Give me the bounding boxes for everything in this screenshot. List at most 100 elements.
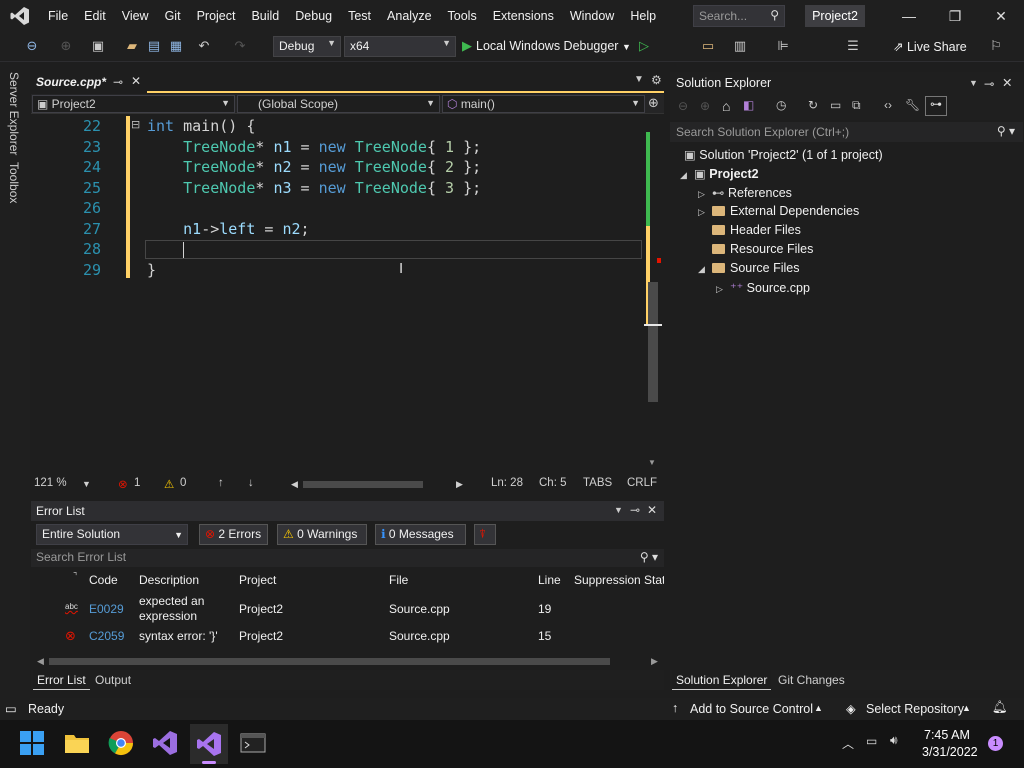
error-code[interactable]: C2059 xyxy=(89,629,124,643)
warnings-filter-button[interactable]: ⚠ 0 Warnings xyxy=(277,524,367,545)
tab-error-list[interactable]: Error List xyxy=(33,670,90,690)
menu-git[interactable]: Git xyxy=(157,0,189,32)
collapsed-icon[interactable]: ▷ xyxy=(716,284,730,295)
menu-file[interactable]: File xyxy=(40,0,76,32)
tree-source-cpp[interactable]: ▷ ⁺⁺ Source.cpp xyxy=(716,280,810,295)
chrome-icon[interactable] xyxy=(108,730,136,758)
solution-search-input[interactable]: Search Solution Explorer (Ctrl+;) ⚲ ▾ xyxy=(670,122,1023,142)
member-dropdown[interactable]: ⬡ main() ▼ xyxy=(442,95,645,113)
live-share-button[interactable]: ⇗ Live Share xyxy=(893,39,967,54)
visual-studio-active-icon[interactable] xyxy=(190,724,228,764)
error-count[interactable]: 1 xyxy=(134,477,140,489)
editor-vertical-scrollbar[interactable]: ▼ xyxy=(644,114,662,474)
new-project-icon[interactable]: ▣ xyxy=(90,38,106,54)
tree-project[interactable]: ◢ ▣ Project2 xyxy=(680,166,759,181)
scroll-down-icon[interactable]: ▼ xyxy=(648,458,656,467)
tree-references[interactable]: ▷ ⊷ References xyxy=(698,185,792,200)
forward-icon[interactable]: ⊕ xyxy=(58,38,74,54)
scroll-left-icon[interactable]: ◀ xyxy=(37,656,44,667)
column-project[interactable]: Project xyxy=(239,573,276,587)
close-tab-icon[interactable]: ✕ xyxy=(131,74,141,88)
vs-solution-icon[interactable]: ◧ xyxy=(743,98,754,112)
tab-source-cpp[interactable]: Source.cpp* ⊸ ✕ xyxy=(31,72,147,93)
expanded-icon[interactable]: ◢ xyxy=(680,170,694,181)
visual-studio-logo-icon[interactable] xyxy=(0,0,40,32)
menu-window[interactable]: Window xyxy=(562,0,622,32)
layout-icon[interactable]: ▥ xyxy=(732,38,748,54)
column-line[interactable]: Line xyxy=(538,573,561,587)
menu-extensions[interactable]: Extensions xyxy=(485,0,562,32)
scroll-left-icon[interactable]: ◀ xyxy=(291,479,298,490)
line-indicator[interactable]: Ln: 28 xyxy=(491,477,523,489)
menu-analyze[interactable]: Analyze xyxy=(379,0,439,32)
next-issue-icon[interactable]: ↓ xyxy=(248,477,254,489)
scroll-thumb[interactable] xyxy=(648,282,658,402)
code-text-area[interactable]: 22 int main() {23 TreeNode* n1 = new Tree… xyxy=(31,114,643,474)
show-all-files-icon[interactable]: ⧉ xyxy=(852,98,861,113)
start-without-debugging-icon[interactable]: ▷ xyxy=(636,38,652,54)
file-explorer-icon[interactable] xyxy=(64,730,92,758)
terminal-icon[interactable] xyxy=(240,730,268,758)
volume-icon[interactable]: 🔊︎ xyxy=(890,733,898,748)
show-hidden-icons-icon[interactable]: ︿ xyxy=(842,735,854,752)
close-icon[interactable]: ✕ xyxy=(978,0,1024,32)
menu-edit[interactable]: Edit xyxy=(76,0,114,32)
menu-debug[interactable]: Debug xyxy=(287,0,340,32)
column-indicator[interactable]: Ch: 5 xyxy=(539,477,567,489)
code-view-icon[interactable]: ‹› xyxy=(884,98,892,112)
windows-start-icon[interactable] xyxy=(19,730,47,758)
folder-icon[interactable]: ▭ xyxy=(700,38,716,54)
save-icon[interactable]: ▤ xyxy=(146,38,162,54)
previous-issue-icon[interactable]: ↑ xyxy=(218,477,224,489)
align-icon[interactable]: ⊫ xyxy=(775,38,791,54)
zoom-level[interactable]: 121 % xyxy=(34,477,67,489)
collapsed-icon[interactable]: ▷ xyxy=(698,207,712,218)
chevron-down-icon[interactable]: ▼ xyxy=(969,78,978,88)
column-code[interactable]: Code xyxy=(89,573,118,587)
pending-changes-icon[interactable]: ◷ xyxy=(776,98,786,112)
indent-mode[interactable]: TABS xyxy=(583,477,612,489)
code-line[interactable]: 23 TreeNode* n1 = new TreeNode{ 1 }; xyxy=(31,137,643,157)
line-ending[interactable]: CRLF xyxy=(627,477,657,489)
tree-resource-files[interactable]: Resource Files xyxy=(712,242,813,256)
tree-header-files[interactable]: Header Files xyxy=(712,223,801,237)
close-icon[interactable]: ✕ xyxy=(647,503,657,517)
tree-external-dependencies[interactable]: ▷ External Dependencies xyxy=(698,204,859,218)
menu-test[interactable]: Test xyxy=(340,0,379,32)
server-explorer-tab[interactable]: Server Explorer xyxy=(7,72,21,155)
search-input[interactable]: Search... ⚲ xyxy=(693,5,785,27)
code-line[interactable]: 29} xyxy=(31,260,643,280)
tab-list-dropdown-icon[interactable]: ▼ xyxy=(634,74,644,85)
forward-icon[interactable]: ⊕ xyxy=(700,99,710,113)
vs-code-icon[interactable] xyxy=(152,730,180,758)
tab-git-changes[interactable]: Git Changes xyxy=(774,670,849,690)
column-description[interactable]: Description xyxy=(139,573,199,587)
pin-icon[interactable]: ⊸ xyxy=(984,76,994,91)
clock-date[interactable]: 3/31/2022 xyxy=(922,745,978,759)
scope-dropdown[interactable]: Entire Solution ▼ xyxy=(36,524,188,545)
tab-solution-explorer[interactable]: Solution Explorer xyxy=(672,670,772,690)
split-editor-icon[interactable]: ⊕ xyxy=(648,95,659,111)
column-suppression[interactable]: Suppression State xyxy=(574,573,664,587)
column-file[interactable]: File xyxy=(389,573,408,587)
tab-output[interactable]: Output xyxy=(91,670,135,690)
errors-filter-button[interactable]: ⊗ 2 Errors xyxy=(199,524,268,545)
refresh-icon[interactable]: ↻ xyxy=(808,98,818,112)
error-code[interactable]: E0029 xyxy=(89,602,124,616)
open-folder-icon[interactable]: ▰ xyxy=(124,38,140,54)
chevron-up-icon[interactable]: ▲ xyxy=(814,703,823,713)
collapsed-icon[interactable]: ▷ xyxy=(698,189,712,200)
menu-view[interactable]: View xyxy=(114,0,157,32)
minimize-icon[interactable]: — xyxy=(886,0,932,32)
warning-count[interactable]: 0 xyxy=(180,477,186,489)
chevron-down-icon[interactable]: ▼ xyxy=(82,479,91,489)
code-line[interactable]: 27 n1->left = n2; xyxy=(31,219,643,239)
messages-filter-button[interactable]: ℹ 0 Messages xyxy=(375,524,466,545)
menu-build[interactable]: Build xyxy=(243,0,287,32)
code-line[interactable]: 28 xyxy=(31,239,643,259)
platform-dropdown[interactable]: x64 ▼ xyxy=(344,36,456,57)
error-search-input[interactable]: Search Error List ⚲ ▾ xyxy=(31,549,664,567)
preview-selected-icon[interactable]: ⊶ xyxy=(925,96,947,116)
settings-icon[interactable]: ⚙ xyxy=(651,73,662,87)
back-icon[interactable]: ⊖ xyxy=(24,38,40,54)
